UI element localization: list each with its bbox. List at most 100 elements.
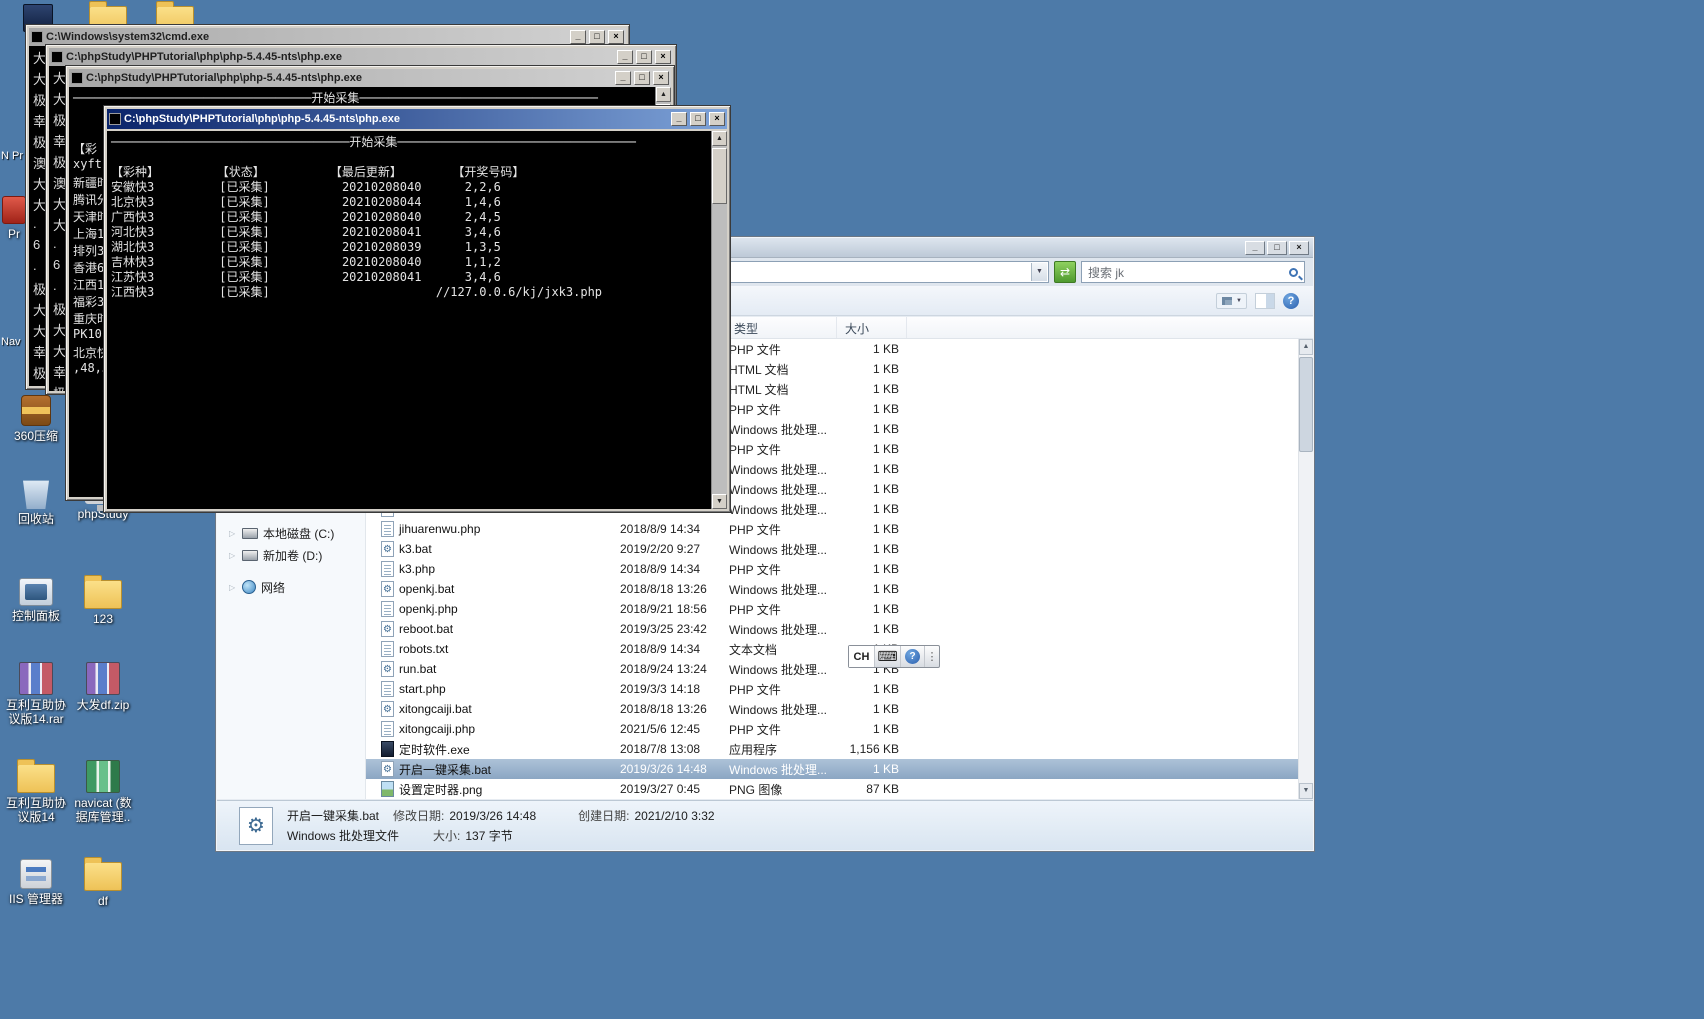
desktop-icon[interactable]: 控制面板 (4, 574, 68, 623)
keyboard-icon[interactable]: ⌨ (875, 646, 901, 667)
maximize-button[interactable]: □ (634, 71, 650, 85)
nav-item[interactable]: ▷ 新加卷 (D:) (229, 545, 322, 565)
desktop-icon-image (86, 662, 120, 695)
scroll-thumb[interactable] (712, 148, 727, 204)
scroll-down-icon[interactable]: ▼ (712, 494, 727, 509)
maximize-button[interactable]: □ (589, 30, 605, 44)
file-row[interactable]: run.bat 2018/9/24 13:24 Windows 批处理... 1… (366, 659, 1298, 679)
options-menu-icon[interactable]: ⋮ (925, 646, 939, 667)
views-button[interactable]: ▼ (1216, 293, 1247, 309)
scroll-up-icon[interactable]: ▲ (656, 87, 671, 102)
minimize-button[interactable]: _ (615, 71, 631, 85)
file-row[interactable]: openkj.php 2018/9/21 18:56 PHP 文件 1 KB (366, 599, 1298, 619)
search-input[interactable]: 搜索 jk (1081, 261, 1305, 283)
nav-item[interactable]: ▷ 本地磁盘 (C:) (229, 523, 334, 543)
console-output: ─────────────────────────────────开始采集───… (107, 131, 727, 509)
nav-icon (242, 580, 256, 594)
file-row[interactable]: reboot.bat 2019/3/25 23:42 Windows 批处理..… (366, 619, 1298, 639)
file-row[interactable]: openkj.bat 2018/8/18 13:26 Windows 批处理..… (366, 579, 1298, 599)
file-type: Windows 批处理... (726, 481, 837, 498)
file-type: PHP 文件 (726, 601, 837, 618)
file-name: run.bat (399, 662, 436, 676)
minimize-button[interactable]: _ (671, 112, 687, 126)
file-row[interactable]: k3.php 2018/8/9 14:34 PHP 文件 1 KB (366, 559, 1298, 579)
console-window-php-active: C:\phpStudy\PHPTutorial\php\php-5.4.45-n… (103, 105, 731, 513)
close-button[interactable]: × (608, 30, 624, 44)
maximize-button[interactable]: □ (636, 50, 652, 64)
file-icon (381, 721, 394, 737)
file-list-scrollbar[interactable]: ▲ ▼ (1298, 339, 1313, 799)
desktop-icon[interactable]: 大发df.zip (71, 660, 135, 712)
file-row[interactable]: jihuarenwu.php 2018/8/9 14:34 PHP 文件 1 K… (366, 519, 1298, 539)
file-icon (381, 601, 394, 617)
desktop-icon[interactable]: 123 (71, 574, 135, 626)
nav-label: 本地磁盘 (C:) (263, 525, 334, 542)
nav-item[interactable]: ▷ 网络 (229, 577, 285, 597)
help-icon[interactable]: ? (905, 649, 920, 664)
window-title: C:\phpStudy\PHPTutorial\php\php-5.4.45-n… (124, 113, 668, 125)
file-row[interactable]: xitongcaiji.php 2021/5/6 12:45 PHP 文件 1 … (366, 719, 1298, 739)
minimize-button[interactable]: _ (617, 50, 633, 64)
file-row[interactable]: start.php 2019/3/3 14:18 PHP 文件 1 KB (366, 679, 1298, 699)
expander-icon[interactable]: ▷ (229, 529, 237, 538)
column-header-size[interactable]: 大小 (837, 317, 907, 338)
file-type: Windows 批处理... (726, 501, 837, 518)
file-row[interactable]: xitongcaiji.bat 2018/8/18 13:26 Windows … (366, 699, 1298, 719)
console-line: 湖北快3 [已采集] 20210208039 1,3,5 (111, 238, 727, 253)
desktop-icon[interactable]: IIS 管理器 (4, 856, 68, 906)
minimize-button[interactable]: _ (1245, 241, 1265, 255)
file-size: 1 KB (837, 562, 907, 576)
preview-pane-button[interactable] (1255, 293, 1275, 309)
desktop-icon-image (20, 859, 52, 889)
file-row[interactable]: k3.bat 2019/2/20 9:27 Windows 批处理... 1 K… (366, 539, 1298, 559)
close-button[interactable]: × (655, 50, 671, 64)
scroll-down-icon[interactable]: ▼ (1299, 783, 1313, 799)
maximize-button[interactable]: □ (690, 112, 706, 126)
close-button[interactable]: × (1289, 241, 1309, 255)
details-pane: 开启一键采集.bat 修改日期: 2019/3/26 14:48 创建日期: 2… (217, 800, 1313, 850)
scroll-thumb[interactable] (1299, 357, 1313, 452)
desktop-icon[interactable]: 360压缩 (4, 391, 68, 443)
scrollbar[interactable]: ▲ ▼ (711, 131, 727, 509)
file-size: 1 KB (837, 762, 907, 776)
desktop-icon-image (19, 578, 53, 606)
file-row[interactable]: 定时软件.exe 2018/7/8 13:08 应用程序 1,156 KB (366, 739, 1298, 759)
desktop-icon[interactable]: 互利互助协议版14 (4, 758, 68, 824)
desktop-icon[interactable]: df (71, 856, 135, 908)
file-date: 2019/3/25 23:42 (612, 622, 726, 636)
language-indicator[interactable]: CH (849, 646, 875, 667)
close-button[interactable]: × (653, 71, 669, 85)
scroll-up-icon[interactable]: ▲ (1299, 339, 1313, 355)
file-size: 1 KB (837, 722, 907, 736)
details-file-type: Windows 批处理文件 (287, 827, 399, 844)
search-icon[interactable] (1289, 268, 1298, 277)
expander-icon[interactable]: ▷ (229, 551, 237, 560)
file-icon (381, 621, 394, 637)
console-line: 安徽快3 [已采集] 20210208040 2,2,6 (111, 178, 727, 193)
console-icon (51, 51, 63, 63)
address-dropdown-icon[interactable]: ▼ (1031, 263, 1047, 281)
close-button[interactable]: × (709, 112, 725, 126)
desktop-icon-image (17, 764, 55, 793)
file-row[interactable]: robots.txt 2018/8/9 14:34 文本文档 1 KB (366, 639, 1298, 659)
column-header-type[interactable]: 类型 (726, 317, 837, 338)
refresh-button[interactable]: ⇄ (1054, 261, 1076, 283)
maximize-button[interactable]: □ (1267, 241, 1287, 255)
file-row[interactable]: 设置定时器.png 2019/3/27 0:45 PNG 图像 87 KB (366, 779, 1298, 799)
desktop-icon[interactable]: 互利互助协议版14.rar (4, 660, 68, 726)
file-row[interactable]: 开启一键采集.bat 2019/3/26 14:48 Windows 批处理..… (366, 759, 1298, 779)
minimize-button[interactable]: _ (570, 30, 586, 44)
help-button[interactable]: ? (1283, 293, 1299, 309)
scroll-up-icon[interactable]: ▲ (712, 131, 727, 146)
desktop-icon-image (84, 862, 122, 891)
file-name-cell: openkj.bat (366, 581, 612, 597)
details-modified-label: 修改日期: (393, 807, 444, 824)
file-size: 1,156 KB (837, 742, 907, 756)
file-size: 1 KB (837, 382, 907, 396)
desktop-icon[interactable]: navicat (数据库管理.. (71, 758, 135, 824)
file-date: 2018/8/18 13:26 (612, 582, 726, 596)
expander-icon[interactable]: ▷ (229, 583, 237, 592)
file-icon (381, 541, 394, 557)
desktop-icon-image (21, 395, 51, 426)
desktop-icon[interactable]: 回收站 (4, 474, 68, 526)
